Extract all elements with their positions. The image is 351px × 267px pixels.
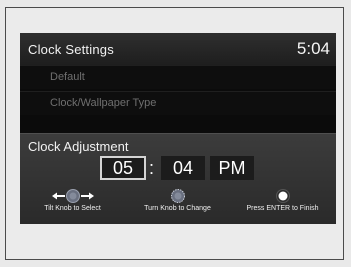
hint-label: Tilt Knob to Select xyxy=(44,205,101,212)
hint-label: Turn Knob to Change xyxy=(144,205,211,212)
ampm-field[interactable]: PM xyxy=(210,156,254,180)
screen-header: Clock Settings 5:04 xyxy=(20,33,336,65)
current-time: 5:04 xyxy=(296,39,330,58)
menu-item-clock-wallpaper-type[interactable]: Clock/Wallpaper Type xyxy=(20,91,336,115)
clock-settings-screen: Clock Settings 5:04 Default Clock/Wallpa… xyxy=(20,33,336,224)
hint-press-enter: Press ENTER to Finish xyxy=(230,189,335,224)
screen-title: Clock Settings xyxy=(28,42,114,57)
time-editor: 05 : 04 PM xyxy=(20,156,336,184)
hour-field[interactable]: 05 xyxy=(100,156,146,180)
menu-item-label: Clock/Wallpaper Type xyxy=(50,97,157,109)
time-separator: : xyxy=(149,158,155,178)
clock-adjustment-title: Clock Adjustment xyxy=(28,139,129,154)
menu-item-label: Default xyxy=(50,71,85,83)
turn-knob-icon xyxy=(170,189,185,203)
menu-spacer xyxy=(20,117,336,133)
menu-item-default[interactable]: Default xyxy=(20,65,336,89)
hint-turn-knob: Turn Knob to Change xyxy=(125,189,230,224)
hint-label: Press ENTER to Finish xyxy=(246,205,319,212)
clock-adjustment-panel: Clock Adjustment 05 : 04 PM Tilt Knob to… xyxy=(20,133,336,224)
tilt-knob-icon xyxy=(51,189,94,203)
hint-tilt-knob: Tilt Knob to Select xyxy=(20,189,125,224)
minute-field[interactable]: 04 xyxy=(161,156,205,180)
enter-button-icon xyxy=(275,189,290,203)
